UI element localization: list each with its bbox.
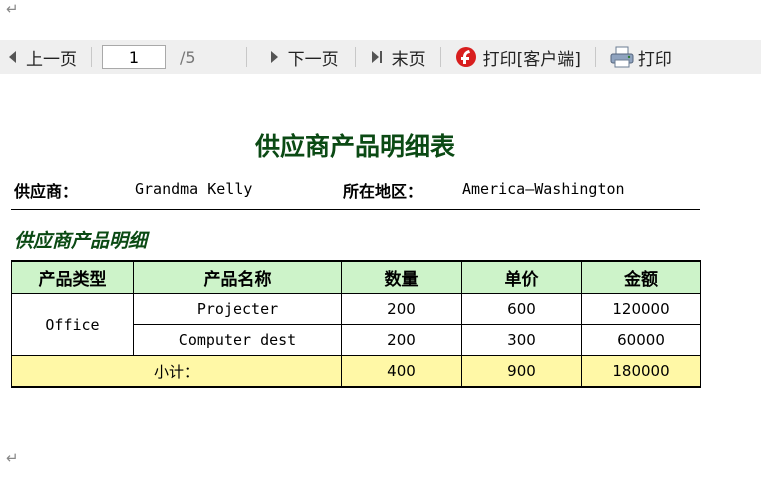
- paragraph-mark: ↵: [6, 449, 19, 467]
- print-client-button[interactable]: 打印[客户端]: [455, 45, 581, 70]
- product-name-cell: Projecter: [133, 293, 342, 325]
- amount-cell: 120000: [581, 293, 701, 325]
- page-total: /5: [180, 47, 196, 67]
- toolbar-divider: [594, 47, 596, 67]
- print-button[interactable]: 打印: [610, 45, 672, 70]
- report-toolbar: 上一页 /5 下一页 末页 打印[客户端] 打印: [0, 40, 761, 74]
- subtotal-row: 小计： 400 900 180000: [11, 355, 701, 388]
- print-client-label: 打印[客户端]: [482, 49, 581, 70]
- print-label: 打印: [637, 49, 672, 70]
- toolbar-divider: [439, 47, 441, 67]
- paragraph-mark: ↵: [6, 0, 19, 18]
- next-arrow-icon: [270, 51, 278, 63]
- next-page-button[interactable]: 下一页: [270, 45, 339, 70]
- col-header-quantity: 数量: [341, 260, 462, 294]
- col-header-amount: 金额: [581, 260, 701, 294]
- product-detail-table: 产品类型 产品名称 数量 单价 金额 Office Projecter 200 …: [11, 260, 701, 388]
- subtotal-label: 小计：: [11, 355, 342, 388]
- divider-line: [11, 209, 700, 210]
- prev-arrow-icon: [9, 51, 16, 63]
- subtotal-unit-price: 900: [461, 355, 582, 388]
- report-title: 供应商产品明细表: [254, 132, 455, 161]
- region-field: 所在地区：: [343, 178, 423, 202]
- printer-icon: [610, 46, 634, 68]
- subtotal-amount: 180000: [581, 355, 701, 388]
- last-page-button[interactable]: 末页: [371, 45, 426, 70]
- last-page-icon: [371, 51, 382, 63]
- col-header-category: 产品类型: [11, 260, 134, 294]
- table-header-row: 产品类型 产品名称 数量 单价 金额: [11, 260, 701, 294]
- unit-price-cell: 600: [461, 293, 582, 325]
- section-title: 供应商产品明细: [14, 230, 148, 252]
- unit-price-cell: 300: [461, 324, 582, 356]
- prev-page-label: 上一页: [26, 49, 77, 70]
- category-cell: Office: [11, 293, 134, 356]
- next-page-label: 下一页: [287, 49, 339, 70]
- region-value: America—Washington: [462, 180, 625, 198]
- col-header-product-name: 产品名称: [133, 260, 342, 294]
- quantity-cell: 200: [341, 324, 462, 356]
- prev-page-button[interactable]: 上一页: [9, 45, 77, 70]
- subtotal-quantity: 400: [341, 355, 462, 388]
- page-number-input[interactable]: [102, 45, 166, 69]
- toolbar-divider: [245, 47, 247, 67]
- last-page-label: 末页: [391, 49, 426, 70]
- col-header-unit-price: 单价: [461, 260, 582, 294]
- product-name-cell: Computer dest: [133, 324, 342, 356]
- quantity-cell: 200: [341, 293, 462, 325]
- supplier-label: 供应商：: [14, 182, 79, 201]
- amount-cell: 60000: [581, 324, 701, 356]
- table-row: Office Projecter 200 600 120000: [11, 293, 701, 356]
- toolbar-divider: [91, 47, 92, 67]
- toolbar-divider: [354, 47, 356, 67]
- flash-print-icon: [455, 47, 476, 67]
- supplier-value: Grandma Kelly: [135, 180, 253, 198]
- region-label: 所在地区：: [343, 182, 424, 201]
- supplier-field: 供应商：: [14, 178, 78, 202]
